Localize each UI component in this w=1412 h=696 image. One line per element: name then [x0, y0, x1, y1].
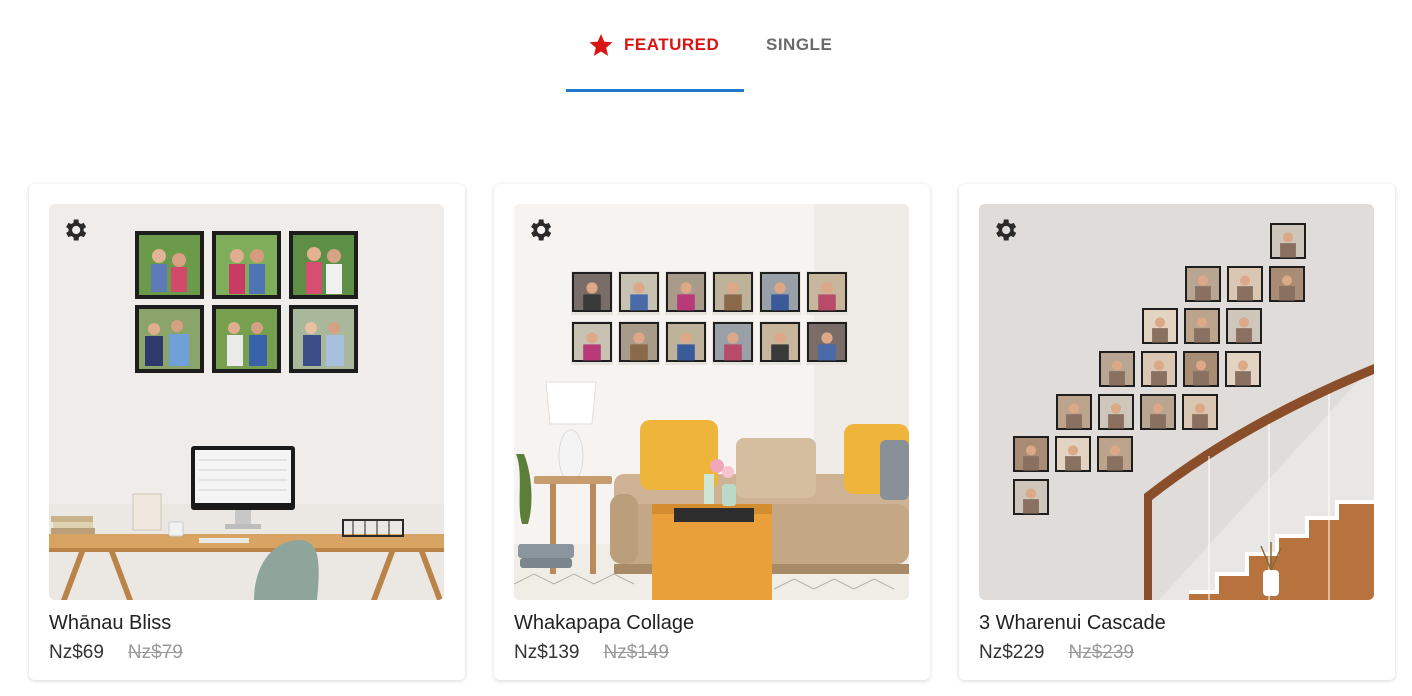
gear-icon[interactable] [526, 216, 554, 244]
product-title[interactable]: Whakapapa Collage [514, 612, 694, 635]
product-title[interactable]: 3 Wharenui Cascade [979, 612, 1166, 635]
product-image[interactable] [49, 204, 444, 600]
tab-featured[interactable]: FEATURED [566, 22, 744, 92]
price-row: Nz$229 Nz$239 [979, 642, 1134, 664]
tab-bar: FEATURED SINGLE [566, 22, 856, 92]
office-scene-image [49, 204, 444, 600]
original-price: Nz$239 [1068, 642, 1135, 663]
price-row: Nz$69 Nz$79 [49, 642, 183, 664]
gear-icon[interactable] [61, 216, 89, 244]
living-room-scene-image [514, 204, 909, 600]
tab-single[interactable]: SINGLE [766, 22, 856, 92]
star-icon [589, 33, 613, 56]
price-row: Nz$139 Nz$149 [514, 642, 669, 664]
product-card-wharenui-cascade[interactable]: 3 Wharenui Cascade Nz$229 Nz$239 [959, 184, 1395, 680]
product-card-whanau-bliss[interactable]: Whānau Bliss Nz$69 Nz$79 [29, 184, 465, 680]
active-tab-indicator [566, 89, 744, 92]
gear-icon[interactable] [991, 216, 1019, 244]
staircase-scene-image [979, 204, 1374, 600]
current-price: Nz$139 [514, 642, 580, 663]
tab-single-label: SINGLE [766, 35, 833, 54]
product-image[interactable] [979, 204, 1374, 600]
tab-featured-label: FEATURED [624, 35, 720, 54]
original-price: Nz$149 [603, 642, 670, 663]
product-card-whakapapa-collage[interactable]: Whakapapa Collage Nz$139 Nz$149 [494, 184, 930, 680]
current-price: Nz$229 [979, 642, 1045, 663]
current-price: Nz$69 [49, 642, 104, 663]
original-price: Nz$79 [127, 642, 183, 663]
product-title[interactable]: Whānau Bliss [49, 612, 171, 635]
product-image[interactable] [514, 204, 909, 600]
